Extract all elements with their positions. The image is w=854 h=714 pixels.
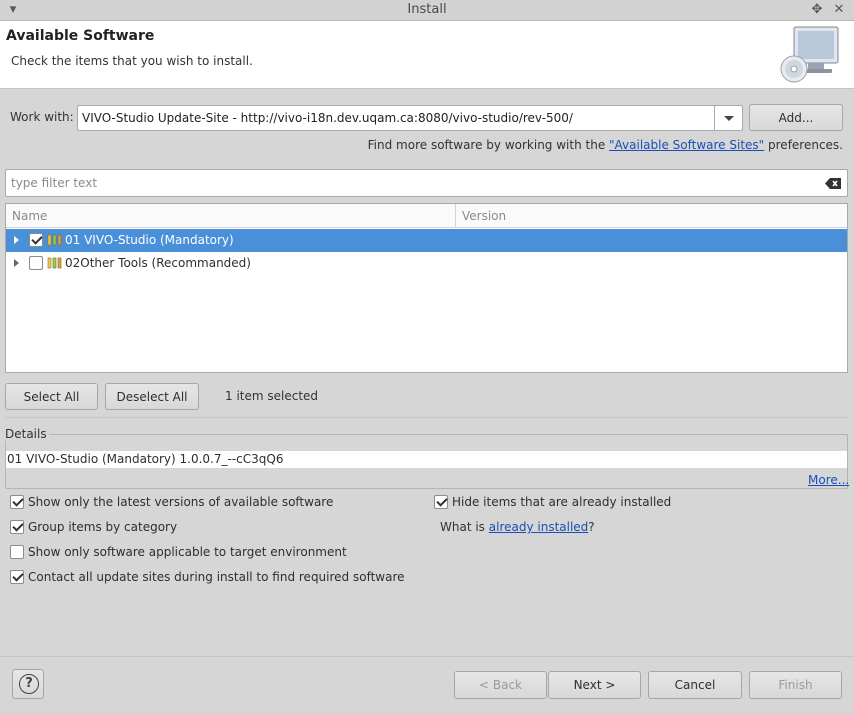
expand-arrow-icon[interactable] <box>14 259 19 267</box>
row-checkbox[interactable] <box>29 256 43 270</box>
window-title: Install <box>407 2 447 17</box>
available-software-sites-link[interactable]: "Available Software Sites" <box>609 138 764 152</box>
deselect-all-button[interactable]: Deselect All <box>105 383 199 410</box>
next-button[interactable]: Next > <box>548 671 641 699</box>
row-label: 01 VIVO-Studio (Mandatory) <box>65 233 234 247</box>
add-site-button[interactable]: Add... <box>749 104 843 131</box>
hide-installed-checkbox[interactable] <box>434 495 448 509</box>
more-link[interactable]: More... <box>808 473 849 487</box>
category-icon <box>47 234 62 246</box>
details-text: 01 VIVO-Studio (Mandatory) 1.0.0.7_--cC3… <box>6 451 847 468</box>
help-icon: ? <box>19 674 39 694</box>
page-subtitle: Check the items that you wish to install… <box>11 54 253 68</box>
table-row[interactable]: 01 VIVO-Studio (Mandatory) <box>6 229 847 252</box>
table-row[interactable]: 02Other Tools (Recommanded) <box>6 252 847 275</box>
window-titlebar: ▾ Install ✥ ✕ <box>0 0 854 21</box>
work-with-combo[interactable]: VIVO-Studio Update-Site - http://vivo-i1… <box>77 105 743 131</box>
close-icon[interactable]: ✕ <box>830 1 848 19</box>
row-label: 02Other Tools (Recommanded) <box>65 256 251 270</box>
header-banner: Available Software Check the items that … <box>0 21 854 89</box>
work-with-label: Work with: <box>10 110 74 124</box>
what-installed-hint: What is already installed? <box>440 520 595 534</box>
help-button[interactable]: ? <box>12 669 44 699</box>
row-checkbox[interactable] <box>29 233 43 247</box>
selection-status: 1 item selected <box>225 389 319 403</box>
filter-placeholder: type filter text <box>11 176 98 190</box>
filter-input[interactable]: type filter text <box>5 169 848 197</box>
maximize-icon[interactable]: ✥ <box>808 1 826 19</box>
category-icon <box>47 257 62 269</box>
details-legend: Details <box>5 427 49 441</box>
work-with-value: VIVO-Studio Update-Site - http://vivo-i1… <box>82 111 573 125</box>
already-installed-link[interactable]: already installed <box>489 520 589 534</box>
select-all-button[interactable]: Select All <box>5 383 98 410</box>
latest-checkbox[interactable] <box>10 495 24 509</box>
software-tree[interactable]: Name Version 01 VIVO-Studio (Mandatory) … <box>5 203 848 373</box>
page-title: Available Software <box>6 28 155 44</box>
table-header: Name Version <box>6 204 847 228</box>
contact-checkbox[interactable] <box>10 570 24 584</box>
more-software-hint: Find more software by working with the "… <box>367 138 843 152</box>
chevron-down-icon[interactable] <box>714 106 742 130</box>
group-checkbox[interactable] <box>10 520 24 534</box>
cancel-button[interactable]: Cancel <box>648 671 742 699</box>
column-version[interactable]: Version <box>462 209 506 223</box>
finish-button[interactable]: Finish <box>749 671 842 699</box>
install-wizard-icon <box>780 26 839 83</box>
back-button[interactable]: < Back <box>454 671 547 699</box>
column-name[interactable]: Name <box>12 209 47 223</box>
applicable-checkbox[interactable] <box>10 545 24 559</box>
clear-icon[interactable] <box>825 178 841 189</box>
expand-arrow-icon[interactable] <box>14 236 19 244</box>
